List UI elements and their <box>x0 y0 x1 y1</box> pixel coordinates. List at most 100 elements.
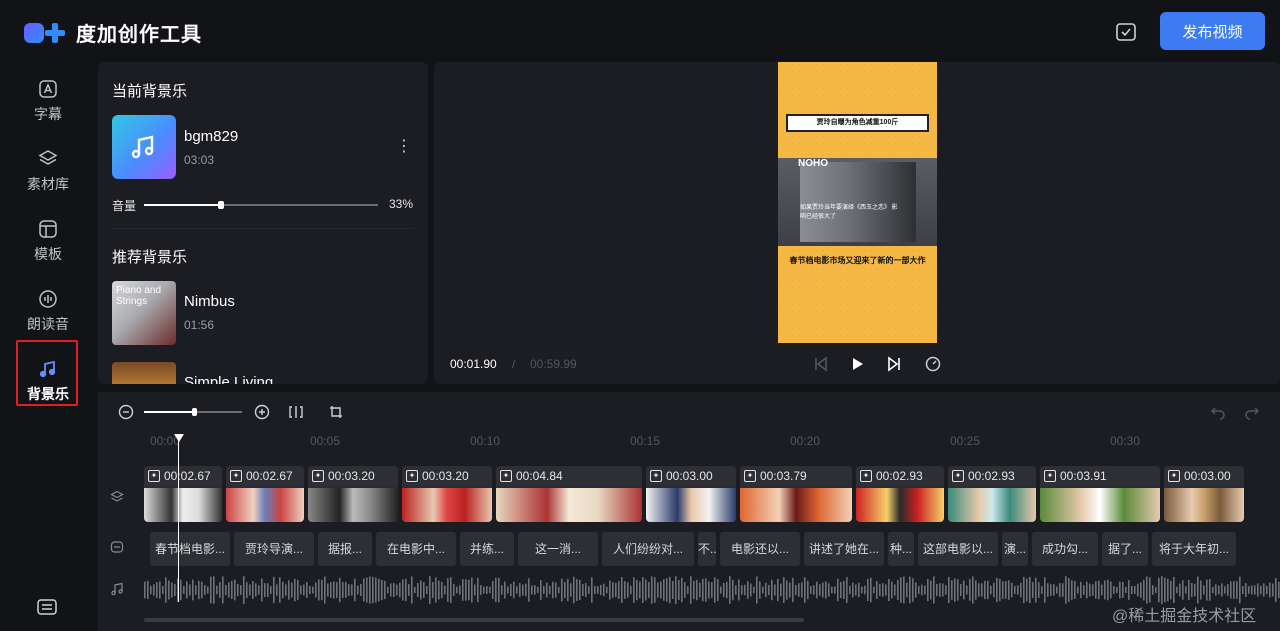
video-clip[interactable]: ✦ 00:03.20 <box>308 466 398 522</box>
crop-icon[interactable] <box>328 404 344 420</box>
subtitle-segment[interactable]: 在电影中... <box>376 532 456 566</box>
waveform-bar <box>216 585 218 595</box>
waveform-bar <box>705 578 707 602</box>
waveform-bar <box>594 586 596 594</box>
clip-duration-label: ✦ 00:03.91 <box>1040 466 1160 486</box>
waveform-bar <box>1056 586 1058 594</box>
waveform-bar <box>519 583 521 597</box>
waveform-bar <box>318 579 320 601</box>
subtitle-segment[interactable]: 种... <box>888 532 914 566</box>
list-item-bgm[interactable]: Piano and Strings Nimbus 01:56 <box>112 281 414 345</box>
video-frame-image: NOHO 如果贾玲当年要演绎《西玉之恋》 影响已经很大了 <box>778 158 937 246</box>
video-clip[interactable]: ✦ 00:03.00 <box>1164 466 1244 522</box>
waveform-bar <box>288 580 290 600</box>
publish-video-button[interactable]: 发布视频 <box>1160 12 1265 50</box>
waveform-bar <box>756 576 758 604</box>
zoom-slider[interactable] <box>144 408 242 416</box>
sidebar-item-subtitles[interactable]: 字幕 <box>0 70 96 132</box>
video-clip[interactable]: ✦ 00:03.20 <box>402 466 492 522</box>
save-draft-icon[interactable] <box>1114 20 1138 44</box>
subtitle-segment[interactable]: 春节档电影... <box>150 532 230 566</box>
play-icon[interactable] <box>848 355 866 373</box>
waveform-bar <box>846 577 848 603</box>
sidebar-item-templates[interactable]: 模板 <box>0 210 96 272</box>
video-clip[interactable]: ✦ 00:04.84 <box>496 466 642 522</box>
waveform-bar <box>1134 586 1136 594</box>
waveform-bar <box>561 578 563 602</box>
waveform-bar <box>651 576 653 604</box>
playhead[interactable] <box>178 436 179 602</box>
waveform-bar <box>762 586 764 594</box>
waveform-bar <box>807 580 809 600</box>
playhead-handle[interactable] <box>174 434 184 442</box>
waveform-bar <box>1257 583 1259 597</box>
more-options-icon[interactable]: ⋮ <box>396 138 412 156</box>
split-icon[interactable] <box>288 404 304 420</box>
zoom-in-icon[interactable] <box>254 404 270 420</box>
subtitle-segment[interactable]: 讲述了她在... <box>804 532 884 566</box>
app-window: 度加创作工具 发布视频 字幕 素材库 模板 朗读音 背景乐 当前背景乐 bgm8… <box>0 0 1280 631</box>
video-clip[interactable]: ✦ 00:02.93 <box>856 466 944 522</box>
waveform-bar <box>444 585 446 595</box>
waveform-bar <box>1059 583 1061 597</box>
waveform-bar <box>600 584 602 596</box>
speed-icon[interactable] <box>924 355 942 373</box>
subtitle-segment[interactable]: 人们纷纷对... <box>602 532 694 566</box>
zoom-out-icon[interactable] <box>118 404 134 420</box>
current-bgm-cover[interactable] <box>112 115 176 179</box>
video-clip[interactable]: ✦ 00:02.67 <box>144 466 222 522</box>
waveform-bar <box>384 580 386 600</box>
video-clip[interactable]: ✦ 00:03.00 <box>646 466 736 522</box>
subtitle-segment[interactable]: 这部电影以... <box>918 532 998 566</box>
logo-icon <box>24 21 65 45</box>
clip-duration-label: ✦ 00:03.79 <box>740 466 852 486</box>
waveform-bar <box>564 582 566 598</box>
waveform-bar <box>516 586 518 594</box>
waveform-bar <box>969 579 971 601</box>
waveform-bar <box>1143 579 1145 601</box>
subtitle-segment[interactable]: 将于大年初... <box>1152 532 1236 566</box>
sidebar-item-materials[interactable]: 素材库 <box>0 140 96 202</box>
subtitle-segment[interactable]: 据报... <box>318 532 372 566</box>
volume-slider[interactable] <box>144 201 378 209</box>
horizontal-scrollbar[interactable] <box>144 618 804 622</box>
waveform-bar <box>1203 585 1205 595</box>
clip-thumbnails <box>308 488 398 522</box>
timeline-ruler[interactable]: 00:00 00:05 00:10 00:15 00:20 00:25 00:30 <box>144 434 1280 456</box>
top-bar: 度加创作工具 发布视频 <box>0 0 1280 62</box>
zoom-handle[interactable] <box>192 408 197 416</box>
waveform-bar <box>540 580 542 600</box>
sidebar-item-voice[interactable]: 朗读音 <box>0 280 96 342</box>
video-clip[interactable]: ✦ 00:02.93 <box>948 466 1036 522</box>
waveform-bar <box>171 582 173 598</box>
waveform-bar <box>189 584 191 596</box>
video-clip[interactable]: ✦ 00:03.79 <box>740 466 852 522</box>
subtitle-segment[interactable]: 据了... <box>1102 532 1148 566</box>
subtitle-segment[interactable]: 并练... <box>460 532 514 566</box>
skip-back-icon[interactable] <box>812 355 830 373</box>
waveform-bar <box>1017 585 1019 595</box>
video-preview-frame[interactable]: 贾玲自曝为角色减重100斤 NOHO 如果贾玲当年要演绎《西玉之恋》 影响已经很… <box>778 62 937 343</box>
subtitle-segment[interactable]: 演... <box>1002 532 1028 566</box>
waveform-bar <box>345 582 347 598</box>
subtitle-segment[interactable]: 电影还以... <box>720 532 800 566</box>
subtitle-segment[interactable]: 贾玲导演... <box>234 532 314 566</box>
subtitle-segment[interactable]: 成功勾... <box>1032 532 1098 566</box>
subtitle-segment[interactable]: 不... <box>698 532 716 566</box>
clip-duration: 00:03.91 <box>1060 469 1107 483</box>
subtitle-segment[interactable]: 这一消... <box>518 532 598 566</box>
redo-icon[interactable] <box>1244 404 1260 420</box>
skip-forward-icon[interactable] <box>885 355 903 373</box>
video-clip[interactable]: ✦ 00:02.67 <box>226 466 304 522</box>
video-clip[interactable]: ✦ 00:03.91 <box>1040 466 1160 522</box>
waveform-bar <box>654 577 656 603</box>
keyboard-shortcuts-icon[interactable] <box>36 596 58 618</box>
waveform-bar <box>960 583 962 597</box>
waveform-bar <box>786 580 788 600</box>
list-item-bgm[interactable]: Simple Living <box>112 362 414 384</box>
volume-handle[interactable] <box>218 201 225 209</box>
audio-track[interactable] <box>144 574 1280 606</box>
clip-duration: 00:02.93 <box>968 469 1015 483</box>
waveform-bar <box>282 581 284 599</box>
undo-icon[interactable] <box>1210 404 1226 420</box>
